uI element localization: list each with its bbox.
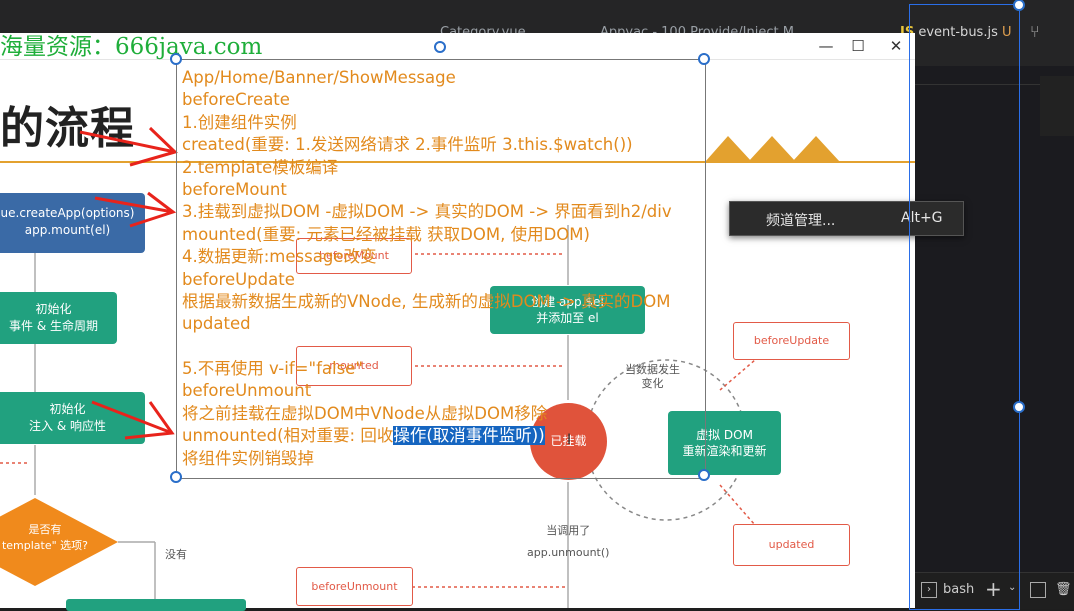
note-line: beforeUpdate xyxy=(182,269,295,289)
resize-handle[interactable] xyxy=(170,53,182,65)
split-terminal-icon[interactable] xyxy=(1030,582,1046,598)
note-line: 5.不再使用 v-if="false" xyxy=(182,359,363,379)
trash-icon[interactable]: 🗑 xyxy=(1055,582,1072,597)
menu-item-label: 频道管理... xyxy=(766,213,836,229)
note-line: created(重要: 1.发送网络请求 2.事件监听 3.this.$watc… xyxy=(182,135,633,155)
note-line: beforeMount xyxy=(182,179,287,199)
resize-handle[interactable] xyxy=(698,469,710,481)
lifecycle-notes[interactable]: App/Home/Banner/ShowMessage beforeCreate… xyxy=(182,67,672,470)
note-text: unmounted(相对重要: 回收 xyxy=(182,426,394,446)
note-line: mounted(重要: 元素已经被挂载 获取DOM, 使用DOM) xyxy=(182,224,590,244)
note-line: 根据最新数据生成新的VNode, 生成新的虚拟DOM -> 真实的DOM xyxy=(182,291,671,311)
note-line: 3.挂载到虚拟DOM -虚拟DOM -> 真实的DOM -> 界面看到h2/di… xyxy=(182,202,672,222)
note-line: App/Home/Banner/ShowMessage xyxy=(182,68,456,87)
rotate-handle[interactable] xyxy=(434,41,446,53)
minimap[interactable] xyxy=(1040,76,1074,136)
note-line: beforeUnmount xyxy=(182,381,312,401)
resize-handle[interactable] xyxy=(698,53,710,65)
note-line: 1.创建组件实例 xyxy=(182,112,297,132)
selected-text[interactable]: 操作(取消事件监听)) xyxy=(393,426,545,446)
note-line: 将之前挂载在虚拟DOM中VNode从虚拟DOM移除 xyxy=(182,403,548,423)
note-line: beforeCreate xyxy=(182,90,290,110)
selection-box[interactable] xyxy=(909,4,1020,610)
note-line: updated xyxy=(182,314,251,334)
source-control-icon[interactable]: ⑂ xyxy=(1030,22,1040,41)
note-line: 2.template模板编译 xyxy=(182,157,339,177)
note-line: 4.数据更新:message改变 xyxy=(182,247,377,267)
text-cursor-icon: I xyxy=(567,432,572,448)
resize-handle[interactable] xyxy=(1013,401,1025,413)
note-line xyxy=(182,336,672,358)
note-line: 将组件实例销毁掉 xyxy=(182,448,314,468)
note-line-unmounted: unmounted(相对重要: 回收操作(取消事件监听)) xyxy=(182,425,672,447)
resize-handle[interactable] xyxy=(170,471,182,483)
